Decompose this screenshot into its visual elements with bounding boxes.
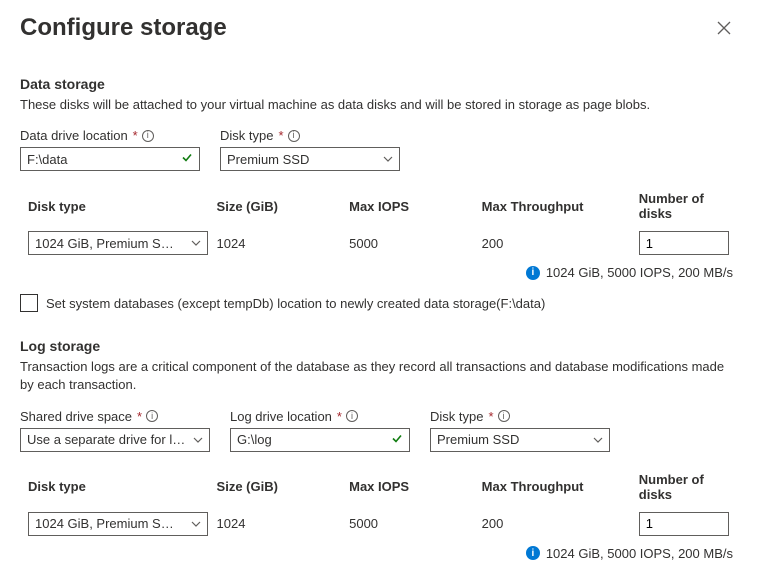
row-num-disks-input[interactable] bbox=[639, 512, 729, 536]
col-header-size: Size (GiB) bbox=[217, 479, 350, 494]
chevron-down-icon bbox=[191, 240, 201, 246]
chevron-down-icon bbox=[383, 156, 393, 162]
log-storage-desc: Transaction logs are a critical componen… bbox=[20, 358, 737, 394]
close-icon[interactable] bbox=[711, 13, 737, 46]
table-row: 1024 GiB, Premium SSD... 1024 5000 200 bbox=[20, 227, 737, 259]
log-storage-table: Disk type Size (GiB) Max IOPS Max Throug… bbox=[20, 466, 737, 561]
col-header-disk-type: Disk type bbox=[20, 479, 217, 494]
data-disk-type-select[interactable]: Premium SSD bbox=[220, 147, 400, 171]
info-icon[interactable]: i bbox=[288, 130, 300, 142]
row-disk-type-value: 1024 GiB, Premium SSD... bbox=[35, 516, 175, 531]
col-header-num-disks: Number of disks bbox=[639, 472, 737, 502]
log-disk-type-label: Disk type bbox=[430, 409, 483, 424]
log-storage-heading: Log storage bbox=[20, 338, 737, 354]
data-drive-location-input[interactable]: F:\data bbox=[20, 147, 200, 171]
log-storage-summary: 1024 GiB, 5000 IOPS, 200 MB/s bbox=[546, 546, 733, 561]
row-disk-type-value: 1024 GiB, Premium SSD... bbox=[35, 236, 175, 251]
data-storage-table: Disk type Size (GiB) Max IOPS Max Throug… bbox=[20, 185, 737, 280]
data-drive-location-value: F:\data bbox=[27, 152, 67, 167]
required-asterisk: * bbox=[488, 409, 493, 424]
data-storage-heading: Data storage bbox=[20, 76, 737, 92]
shared-drive-space-select[interactable]: Use a separate drive for lo... bbox=[20, 428, 210, 452]
row-size-value: 1024 bbox=[217, 516, 350, 531]
data-disk-type-label: Disk type bbox=[220, 128, 273, 143]
required-asterisk: * bbox=[133, 128, 138, 143]
row-iops-value: 5000 bbox=[349, 516, 482, 531]
col-header-disk-type: Disk type bbox=[20, 199, 217, 214]
row-num-disks-input[interactable] bbox=[639, 231, 729, 255]
set-system-db-label: Set system databases (except tempDb) loc… bbox=[46, 296, 545, 311]
set-system-db-checkbox[interactable] bbox=[20, 294, 38, 312]
col-header-size: Size (GiB) bbox=[217, 199, 350, 214]
log-drive-location-input[interactable]: G:\log bbox=[230, 428, 410, 452]
data-storage-summary: 1024 GiB, 5000 IOPS, 200 MB/s bbox=[546, 265, 733, 280]
row-throughput-value: 200 bbox=[482, 236, 639, 251]
info-icon[interactable]: i bbox=[346, 410, 358, 422]
info-icon[interactable]: i bbox=[146, 410, 158, 422]
col-header-throughput: Max Throughput bbox=[482, 199, 639, 214]
check-icon bbox=[181, 152, 193, 167]
log-disk-type-select[interactable]: Premium SSD bbox=[430, 428, 610, 452]
shared-drive-space-value: Use a separate drive for lo... bbox=[27, 432, 187, 447]
col-header-iops: Max IOPS bbox=[349, 199, 482, 214]
info-icon[interactable]: i bbox=[142, 130, 154, 142]
chevron-down-icon bbox=[193, 437, 203, 443]
info-icon[interactable]: i bbox=[498, 410, 510, 422]
col-header-iops: Max IOPS bbox=[349, 479, 482, 494]
row-throughput-value: 200 bbox=[482, 516, 639, 531]
data-disk-type-value: Premium SSD bbox=[227, 152, 309, 167]
check-icon bbox=[391, 432, 403, 447]
log-disk-type-value: Premium SSD bbox=[437, 432, 519, 447]
col-header-num-disks: Number of disks bbox=[639, 191, 737, 221]
row-disk-type-select[interactable]: 1024 GiB, Premium SSD... bbox=[28, 512, 208, 536]
data-storage-desc: These disks will be attached to your vir… bbox=[20, 96, 737, 114]
row-size-value: 1024 bbox=[217, 236, 350, 251]
row-disk-type-select[interactable]: 1024 GiB, Premium SSD... bbox=[28, 231, 208, 255]
required-asterisk: * bbox=[278, 128, 283, 143]
required-asterisk: * bbox=[137, 409, 142, 424]
info-icon: i bbox=[526, 266, 540, 280]
chevron-down-icon bbox=[191, 521, 201, 527]
row-iops-value: 5000 bbox=[349, 236, 482, 251]
page-title: Configure storage bbox=[20, 14, 227, 42]
data-drive-location-label: Data drive location bbox=[20, 128, 128, 143]
chevron-down-icon bbox=[593, 437, 603, 443]
log-drive-location-value: G:\log bbox=[237, 432, 272, 447]
log-drive-location-label: Log drive location bbox=[230, 409, 332, 424]
col-header-throughput: Max Throughput bbox=[482, 479, 639, 494]
info-icon: i bbox=[526, 546, 540, 560]
shared-drive-space-label: Shared drive space bbox=[20, 409, 132, 424]
table-row: 1024 GiB, Premium SSD... 1024 5000 200 bbox=[20, 508, 737, 540]
required-asterisk: * bbox=[337, 409, 342, 424]
